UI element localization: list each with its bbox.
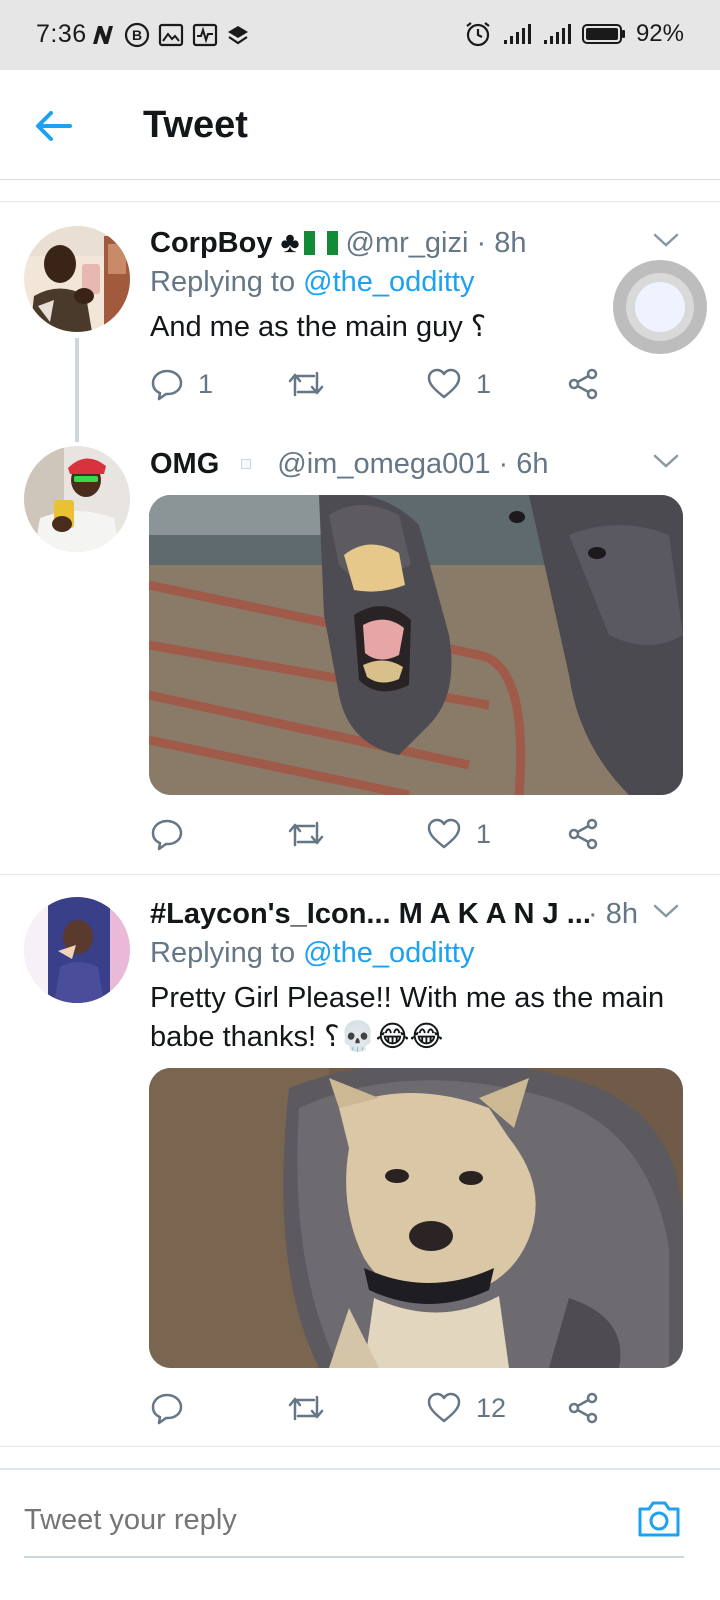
handle-and-time: @mr_gizi · 8h [345,226,527,259]
signal-icon [542,22,572,46]
signal-icon [502,22,532,46]
svg-text:B: B [132,27,142,43]
share-icon [568,368,598,400]
tweet-text: And me as the main guy ⸮ [150,311,487,343]
layers-icon [226,23,250,47]
like-button[interactable]: 1 [426,364,491,404]
tweet-actions: 12 [150,1388,620,1428]
verified-placeholder-icon [241,459,252,469]
dog-photo [149,1068,683,1368]
like-button[interactable]: 1 [426,814,491,854]
reply-input[interactable] [24,1500,584,1540]
retweet-button[interactable] [286,814,326,854]
share-button[interactable] [566,814,600,854]
composer-top-border [0,1468,720,1470]
heart-icon [427,368,461,399]
tweet-divider [0,874,720,875]
reply-icon [151,369,183,401]
reply-count: 1 [198,368,214,399]
replying-to-label: Replying to [150,266,296,298]
retweet-icon [288,1395,324,1421]
back-button[interactable] [34,106,78,146]
image-icon [158,23,184,47]
like-count: 1 [476,818,492,849]
display-name[interactable]: OMG [150,448,219,481]
tweet-header: CorpBoy ♣ @mr_gizi · 8h [150,223,526,263]
replying-to-link[interactable]: @the_odditty [303,937,474,969]
like-count: 12 [476,1392,507,1423]
input-underline [24,1556,684,1558]
chevron-down-icon [653,904,679,918]
heart-icon [427,1392,461,1423]
tweet-divider [0,1446,720,1447]
reply-icon [151,819,183,851]
camera-button[interactable] [636,1498,682,1540]
tweet-menu-button[interactable] [652,451,680,471]
status-bar: 7:36 B 92% [0,0,720,70]
chevron-down-icon [653,454,679,468]
like-count: 1 [476,368,492,399]
retweet-icon [288,371,324,397]
display-name[interactable]: CorpBoy ♣ [150,227,300,260]
b-badge-icon: B [124,22,150,48]
handle-and-time: @im_omega001 · 6h [277,447,549,480]
tweet-image-dog[interactable] [149,1068,683,1368]
battery-percent: 92% [635,20,684,47]
avatar[interactable] [24,897,130,1003]
reply-button[interactable] [150,814,184,854]
share-button[interactable] [566,1388,600,1428]
tweet-image-donkeys[interactable] [149,495,683,795]
reply-icon [151,1393,183,1425]
replying-to-link[interactable]: @the_odditty [303,266,474,298]
activity-icon [192,23,218,47]
reply-button[interactable] [150,1388,184,1428]
reply-composer [0,1468,720,1600]
tweet-menu-button[interactable] [652,230,680,250]
heart-icon [427,818,461,849]
retweet-button[interactable] [286,364,326,404]
n-icon [90,23,116,47]
share-button[interactable] [566,364,600,404]
app-header: Tweet [0,70,720,180]
tweet-header: OMG @im_omega001 · 6h [150,444,549,484]
tweet-menu-button[interactable] [652,901,680,921]
nigeria-flag-icon [303,231,338,255]
like-button[interactable]: 12 [426,1388,506,1428]
reply-button[interactable]: 1 [150,364,213,404]
tweet-time: · 8h [588,894,638,934]
arrow-left-icon [36,111,72,141]
replying-to-label: Replying to [150,937,296,969]
avatar[interactable] [24,226,130,332]
tweet-header: #Laycon's_Icon... M A K A N J ... [150,894,610,934]
replying-to: Replying to @the_odditty [150,937,474,970]
header-separator [0,180,720,202]
alarm-icon [464,20,492,48]
tweet-actions: 1 [150,814,620,854]
page-title: Tweet [143,104,248,146]
thread-line [75,338,79,442]
display-name[interactable]: #Laycon's_Icon... M A K A N J ... [150,898,591,931]
avatar[interactable] [24,446,130,552]
retweet-button[interactable] [286,1388,326,1428]
floating-assistive-button[interactable] [613,260,707,354]
retweet-icon [288,821,324,847]
battery-icon [581,23,626,45]
time: · 8h [588,897,638,930]
replying-to: Replying to @the_odditty [150,266,474,299]
camera-icon [638,1501,680,1537]
status-time: 7:36 [36,20,87,48]
donkey-photo [149,495,683,795]
tweet-text: Pretty Girl Please!! With me as the main… [150,982,665,1053]
share-icon [568,818,598,850]
tweet-actions: 1 1 [150,364,620,404]
chevron-down-icon [653,233,679,247]
share-icon [568,1392,598,1424]
